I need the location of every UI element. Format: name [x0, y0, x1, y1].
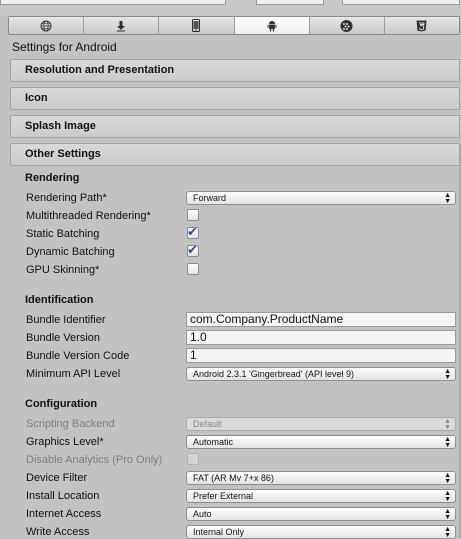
html5-icon	[416, 20, 427, 31]
checkmark-icon: ✔	[187, 242, 198, 257]
top-field-left[interactable]	[0, 0, 226, 5]
internet-access-value: Auto	[193, 509, 212, 519]
android-icon	[267, 20, 277, 31]
tab-blackberry[interactable]	[310, 17, 385, 34]
download-icon	[117, 20, 126, 31]
foldout-resolution-and-presentation[interactable]: Resolution and Presentation	[10, 59, 460, 82]
rendering-path-dropdown[interactable]: Forward ▲ ▼	[186, 191, 456, 205]
updown-arrows-icon: ▲ ▼	[444, 526, 451, 539]
bundle-version-label: Bundle Version	[26, 332, 100, 344]
install-location-label: Install Location	[26, 490, 100, 502]
device-filter-dropdown[interactable]: FAT (AR Mv 7+x 86) ▲ ▼	[186, 471, 456, 485]
device-filter-value: FAT (AR Mv 7+x 86)	[193, 473, 274, 483]
scripting-backend-dropdown: Default ▲ ▼	[186, 417, 456, 431]
tab-web-player[interactable]	[9, 17, 85, 34]
rendering-heading: Rendering	[25, 172, 80, 184]
bundle-identifier-label: Bundle Identifier	[26, 314, 106, 326]
platform-tab-bar	[8, 16, 460, 35]
write-access-dropdown[interactable]: Internal Only ▲ ▼	[186, 525, 456, 539]
tab-ios[interactable]	[159, 17, 235, 34]
scripting-backend-value: Default	[193, 419, 222, 429]
updown-arrows-icon: ▲ ▼	[444, 418, 451, 431]
foldout-other-settings[interactable]: Other Settings	[10, 143, 460, 166]
static-batching-checkbox[interactable]: ✔	[187, 224, 199, 239]
minimum-api-level-value: Android 2.3.1 'Gingerbread' (API level 9…	[193, 369, 355, 379]
bundle-version-code-field[interactable]: 1	[186, 348, 456, 363]
write-access-value: Internal Only	[193, 527, 245, 537]
gpu-skinning-label: GPU Skinning*	[26, 264, 100, 276]
gpu-skinning-checkbox[interactable]	[187, 263, 199, 275]
graphics-level-value: Automatic	[193, 437, 234, 447]
multithreaded-rendering-checkbox[interactable]	[187, 209, 199, 221]
tab-standalone[interactable]	[84, 17, 160, 34]
identification-heading: Identification	[25, 294, 94, 306]
disable-analytics-checkbox	[187, 453, 199, 465]
updown-arrows-icon: ▲ ▼	[444, 472, 451, 485]
updown-arrows-icon: ▲ ▼	[444, 436, 451, 449]
dynamic-batching-label: Dynamic Batching	[26, 246, 115, 258]
updown-arrows-icon: ▲ ▼	[444, 508, 451, 521]
foldout-icon[interactable]: Icon	[10, 87, 460, 110]
static-batching-label: Static Batching	[26, 228, 100, 240]
disable-analytics-label: Disable Analytics (Pro Only)	[26, 454, 163, 466]
blackberry-icon	[340, 19, 353, 32]
rendering-path-label: Rendering Path*	[26, 192, 107, 204]
settings-title: Settings for Android	[12, 40, 117, 54]
updown-arrows-icon: ▲ ▼	[444, 192, 451, 205]
multithreaded-rendering-label: Multithreaded Rendering*	[26, 210, 151, 222]
foldout-splash-image[interactable]: Splash Image	[10, 115, 460, 138]
graphics-level-label: Graphics Level*	[26, 436, 104, 448]
configuration-heading: Configuration	[25, 398, 98, 410]
bundle-version-field[interactable]: 1.0	[186, 330, 456, 345]
top-strip	[0, 0, 461, 16]
top-field-middle[interactable]	[256, 0, 324, 5]
install-location-dropdown[interactable]: Prefer External ▲ ▼	[186, 489, 456, 503]
device-filter-label: Device Filter	[26, 472, 88, 484]
minimum-api-level-label: Minimum API Level	[26, 368, 121, 380]
updown-arrows-icon: ▲ ▼	[444, 490, 451, 503]
graphics-level-dropdown[interactable]: Automatic ▲ ▼	[186, 435, 456, 449]
bundle-identifier-field[interactable]: com.Company.ProductName	[186, 312, 456, 327]
globe-icon	[40, 20, 52, 31]
rendering-path-value: Forward	[193, 193, 227, 203]
checkmark-icon: ✔	[187, 224, 198, 239]
top-field-right[interactable]	[342, 0, 460, 5]
internet-access-label: Internet Access	[26, 508, 102, 520]
minimum-api-level-dropdown[interactable]: Android 2.3.1 'Gingerbread' (API level 9…	[186, 367, 456, 381]
bundle-version-code-label: Bundle Version Code	[26, 350, 130, 362]
dynamic-batching-checkbox[interactable]: ✔	[187, 242, 199, 257]
write-access-label: Write Access	[26, 526, 90, 538]
updown-arrows-icon: ▲ ▼	[444, 368, 451, 381]
internet-access-dropdown[interactable]: Auto ▲ ▼	[186, 507, 456, 521]
scripting-backend-label: Scripting Backend	[26, 418, 115, 430]
phone-icon	[192, 19, 201, 32]
install-location-value: Prefer External	[193, 491, 254, 501]
tab-webgl[interactable]	[385, 17, 459, 34]
tab-android[interactable]	[234, 17, 310, 34]
